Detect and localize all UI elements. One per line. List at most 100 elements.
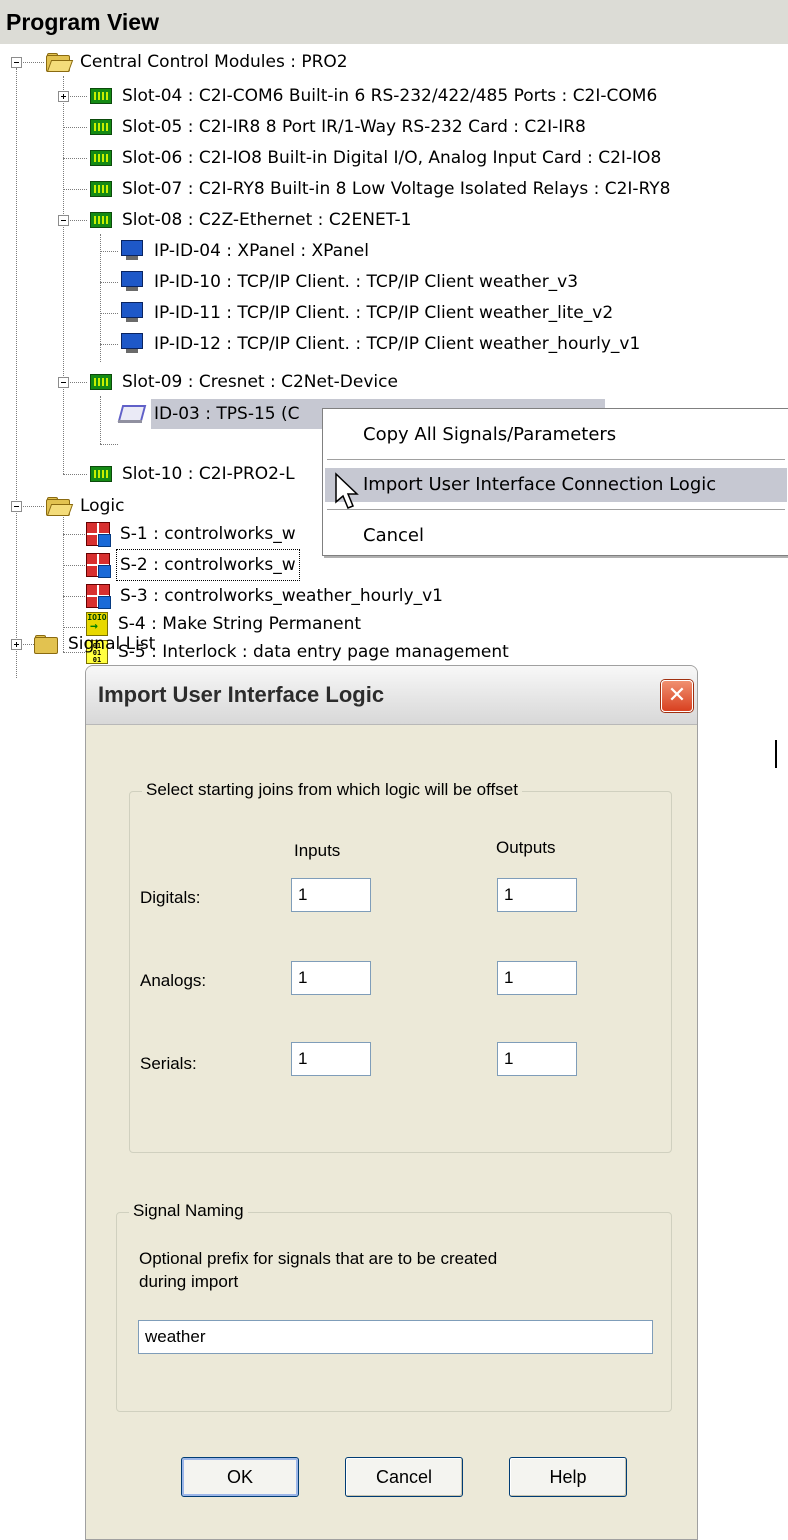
tree-connector — [100, 444, 118, 445]
serials-input-field[interactable]: 1 — [291, 1042, 371, 1076]
expand-slot04-toggle[interactable] — [58, 91, 69, 102]
tree-item-slot-07[interactable]: Slot-07 : C2I-RY8 Built-in 8 Low Voltage… — [90, 174, 674, 204]
outputs-column-header: Outputs — [496, 838, 556, 857]
symbol-module-icon — [86, 584, 111, 609]
tree-item-central-control-modules[interactable]: Central Control Modules : PRO2 — [46, 47, 351, 77]
tree-item-ip-id-10[interactable]: IP-ID-10 : TCP/IP Client. : TCP/IP Clien… — [120, 267, 581, 297]
tree-item-slot-06[interactable]: Slot-06 : C2I-IO8 Built-in Digital I/O, … — [90, 143, 664, 173]
network-device-icon — [120, 240, 144, 262]
collapse-slot09-toggle[interactable] — [58, 377, 69, 388]
mouse-cursor-icon — [335, 472, 359, 509]
tree-connector — [63, 534, 87, 535]
analogs-output-field[interactable]: 1 — [497, 961, 577, 995]
tree-connector — [63, 596, 87, 597]
tree-item-label: S-3 : controlworks_weather_hourly_v1 — [120, 586, 443, 606]
tree-item-label: IP-ID-10 : TCP/IP Client. : TCP/IP Clien… — [154, 272, 579, 292]
close-icon[interactable]: ✕ — [661, 680, 693, 712]
folder-icon — [34, 635, 58, 654]
tree-item-slot-10[interactable]: Slot-10 : C2I-PRO2-L — [90, 459, 298, 489]
tree-item-s-2[interactable]: S-2 : controlworks_w — [86, 549, 300, 581]
dialog-title: Import User Interface Logic — [98, 682, 385, 707]
digitals-label: Digitals: — [140, 888, 201, 907]
panel-title: Program View — [0, 0, 788, 44]
tree-item-slot-04[interactable]: Slot-04 : C2I-COM6 Built-in 6 RS-232/422… — [90, 81, 660, 111]
dialog-titlebar[interactable]: Import User Interface Logic ✕ — [86, 666, 697, 725]
collapse-ccm-toggle[interactable] — [11, 57, 22, 68]
tree-connector — [100, 282, 118, 283]
tree-item-ip-id-11[interactable]: IP-ID-11 : TCP/IP Client. : TCP/IP Clien… — [120, 298, 616, 328]
ok-button[interactable]: OK — [181, 1457, 299, 1497]
collapse-slot08-toggle[interactable] — [58, 215, 69, 226]
tree-connector — [63, 565, 87, 566]
serials-label: Serials: — [140, 1054, 197, 1073]
collapse-logic-toggle[interactable] — [11, 501, 22, 512]
menu-item-import-ui-connection-logic[interactable]: Import User Interface Connection Logic — [325, 468, 787, 502]
import-ui-logic-dialog: Import User Interface Logic ✕ Select sta… — [85, 665, 698, 1540]
tree-connector — [100, 344, 118, 345]
tree-connector — [63, 76, 64, 474]
tree-connector — [63, 158, 87, 159]
network-device-icon — [120, 302, 144, 324]
tree-item-label: Slot-04 : C2I-COM6 Built-in 6 RS-232/422… — [122, 86, 658, 106]
tree-item-label: IP-ID-11 : TCP/IP Client. : TCP/IP Clien… — [154, 303, 614, 323]
touchpanel-icon — [117, 404, 147, 424]
tree-item-logic[interactable]: Logic — [46, 491, 127, 521]
tree-item-label: Slot-07 : C2I-RY8 Built-in 8 Low Voltage… — [122, 179, 671, 199]
tree-item-signal-list[interactable]: Signal List — [34, 629, 158, 659]
tree-connector — [63, 627, 87, 628]
tree-item-label: IP-ID-12 : TCP/IP Client. : TCP/IP Clien… — [154, 334, 641, 354]
tree-connector — [100, 234, 101, 362]
tree-connector — [63, 474, 87, 475]
card-icon — [90, 150, 112, 166]
symbol-module-icon — [86, 553, 111, 578]
prefix-description-line1: Optional prefix for signals that are to … — [139, 1249, 498, 1268]
menu-item-copy-all-signals[interactable]: Copy All Signals/Parameters — [325, 418, 787, 452]
tree-connector — [100, 251, 118, 252]
tree-connector — [100, 396, 101, 444]
digitals-input-field[interactable]: 1 — [291, 878, 371, 912]
tree-item-label: Central Control Modules : PRO2 — [80, 52, 348, 72]
card-icon — [90, 181, 112, 197]
tree-item-slot-05[interactable]: Slot-05 : C2I-IR8 8 Port IR/1-Way RS-232… — [90, 112, 589, 142]
network-device-icon — [120, 333, 144, 355]
tree-connector — [63, 189, 87, 190]
program-tree: Central Control Modules : PRO2 Slot-04 :… — [0, 44, 788, 678]
join-offset-group-label: Select starting joins from which logic w… — [142, 780, 522, 800]
tree-item-slot-08[interactable]: Slot-08 : C2Z-Ethernet : C2ENET-1 — [90, 205, 414, 235]
menu-separator — [327, 459, 785, 461]
tree-item-s-1[interactable]: S-1 : controlworks_w — [86, 519, 299, 549]
join-offset-group: Select starting joins from which logic w… — [129, 780, 672, 1153]
menu-separator — [327, 509, 785, 511]
tree-connector — [100, 313, 118, 314]
signal-naming-group-label: Signal Naming — [129, 1201, 248, 1221]
tree-connector — [63, 127, 87, 128]
signal-naming-group: Signal Naming — [116, 1201, 672, 1412]
tree-item-label: S-2 : controlworks_w — [116, 549, 300, 581]
expand-signal-list-toggle[interactable] — [11, 639, 22, 650]
background-text-cursor — [775, 740, 777, 768]
tree-item-label: Signal List — [68, 634, 156, 654]
card-icon — [90, 88, 112, 104]
tree-item-slot-09[interactable]: Slot-09 : Cresnet : C2Net-Device — [90, 367, 401, 397]
context-menu: Copy All Signals/Parameters Import User … — [322, 408, 788, 556]
tree-item-label: IP-ID-04 : XPanel : XPanel — [154, 241, 369, 261]
tree-item-ip-id-12[interactable]: IP-ID-12 : TCP/IP Client. : TCP/IP Clien… — [120, 329, 643, 359]
serials-output-field[interactable]: 1 — [497, 1042, 577, 1076]
tree-item-label: Slot-10 : C2I-PRO2-L — [122, 464, 295, 484]
tree-item-label: Slot-06 : C2I-IO8 Built-in Digital I/O, … — [122, 148, 662, 168]
menu-item-cancel[interactable]: Cancel — [325, 519, 787, 553]
prefix-description-line2: during import — [139, 1272, 239, 1291]
help-button[interactable]: Help — [509, 1457, 627, 1497]
signal-prefix-field[interactable]: weather — [138, 1320, 653, 1354]
open-folder-icon — [46, 53, 74, 72]
card-icon — [90, 466, 112, 482]
tree-item-label: Slot-05 : C2I-IR8 8 Port IR/1-Way RS-232… — [122, 117, 586, 137]
digitals-output-field[interactable]: 1 — [497, 878, 577, 912]
tree-item-label: Slot-08 : C2Z-Ethernet : C2ENET-1 — [122, 210, 412, 230]
tree-item-ip-id-04[interactable]: IP-ID-04 : XPanel : XPanel — [120, 236, 372, 266]
cancel-button[interactable]: Cancel — [345, 1457, 463, 1497]
tree-item-s-3[interactable]: S-3 : controlworks_weather_hourly_v1 — [86, 581, 446, 611]
analogs-input-field[interactable]: 1 — [291, 961, 371, 995]
tree-connector — [16, 68, 17, 678]
inputs-column-header: Inputs — [294, 841, 341, 860]
